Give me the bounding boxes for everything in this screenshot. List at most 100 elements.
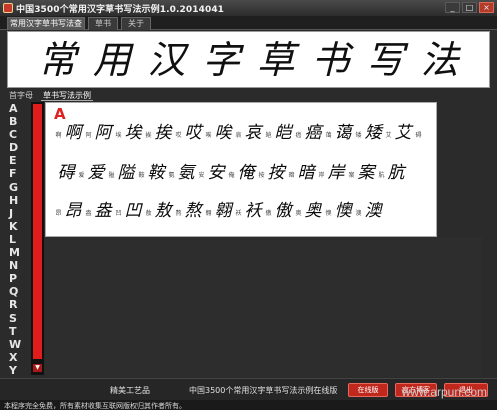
char-pair[interactable]: 安安 [198,165,227,182]
cursive-char: 澳 [364,201,382,221]
char-pair[interactable]: 埃埃 [115,125,144,142]
status-text: 本程序完全免费，所有素材收集互联网版权归其作者所有。 [4,402,186,410]
scroll-down-icon[interactable]: ▼ [33,364,42,372]
char-pair[interactable]: 暗暗 [288,165,317,182]
char-pair[interactable]: 澳澳 [355,203,384,220]
cursive-char: 鞍 [147,163,165,183]
char-pair[interactable]: 鞍鞍 [138,165,167,182]
cursive-char: 暗 [297,163,315,183]
char-label: 唉 [205,132,212,139]
char-pair[interactable]: 懊懊 [325,203,354,220]
char-label: 俺 [228,172,235,179]
footer-online-link[interactable]: 中国3500个常用汉字草书写法示例在线版 [189,385,337,396]
tab-caoshu[interactable]: 草书 [88,17,118,30]
char-pair[interactable]: 袄袄 [235,203,264,220]
char-pair[interactable]: 岸岸 [318,165,347,182]
char-pair[interactable]: 敖敖 [145,203,174,220]
char-pair[interactable]: 挨挨 [145,125,174,142]
cursive-char: 爱 [87,163,105,183]
letter-item[interactable]: B [8,115,32,128]
cursive-char: 袄 [244,201,262,221]
letter-item[interactable]: Q [8,285,32,298]
banner-char: 书 [311,37,350,82]
char-label: 阿 [85,132,92,139]
letter-item[interactable]: K [8,220,32,233]
banner-char: 用 [92,37,131,82]
letter-item[interactable]: T [8,325,32,338]
cursive-char: 氨 [177,163,195,183]
char-pair[interactable]: 蔼蔼 [325,125,354,142]
char-pair[interactable]: 翱翱 [205,203,234,220]
cursive-char: 艾 [394,123,412,143]
char-pair[interactable]: 唉唉 [205,125,234,142]
letter-item[interactable]: P [8,272,32,285]
letter-item[interactable]: L [8,233,32,246]
letter-item[interactable]: S [8,312,32,325]
scroll-track[interactable]: ▼ [31,102,44,375]
letter-item[interactable]: R [8,298,32,311]
minimize-button[interactable]: _ [445,2,460,13]
char-label: 翱 [205,210,212,217]
letter-item[interactable]: N [8,259,32,272]
tab-about[interactable]: 关于 [121,17,151,30]
letter-item[interactable]: D [8,141,32,154]
char-pair[interactable]: 俺俺 [228,165,257,182]
tab-query[interactable]: 常用汉字草书写法查询 [7,17,85,40]
char-pair[interactable]: 皑皑 [265,125,294,142]
char-label: 懊 [325,210,332,217]
char-label: 岸 [318,172,325,179]
scroll-thumb[interactable] [33,104,42,359]
char-pair[interactable]: 碍 [415,132,422,142]
char-pair[interactable]: 昂昂 [55,203,84,220]
letter-item[interactable]: J [8,207,32,220]
cursive-char: 哎 [184,123,202,143]
cursive-char: 俺 [237,163,255,183]
close-button[interactable]: × [479,2,494,13]
cursive-char: 埃 [124,123,142,143]
letter-item[interactable]: H [8,194,32,207]
char-pair[interactable]: 傲傲 [265,203,294,220]
char-pair[interactable]: 案案 [348,165,377,182]
letter-item[interactable]: C [8,128,32,141]
char-pair[interactable]: 氨氨 [168,165,197,182]
char-pair[interactable]: 哀哀 [235,125,264,142]
example-row: 昂昂盎盎凹凹敖敖熬熬翱翱袄袄傲傲奥奥懊懊澳澳 [55,203,385,220]
current-letter: A [54,105,66,123]
char-pair[interactable]: 艾艾 [385,125,414,142]
letter-item[interactable]: F [8,167,32,180]
letter-item[interactable]: M [8,246,32,259]
char-pair[interactable]: 凹凹 [115,203,144,220]
letter-item[interactable]: G [8,181,32,194]
char-pair[interactable]: 奥奥 [295,203,324,220]
subtab-initials[interactable]: 首字母 [7,90,35,101]
char-pair[interactable]: 盎盎 [85,203,114,220]
subtab-examples[interactable]: 草书写法示例 [41,90,93,101]
maximize-button[interactable]: □ [462,2,477,13]
footer-crafts-link[interactable]: 精美工艺品 [110,385,150,396]
cursive-char: 蔼 [334,123,352,143]
char-pair[interactable]: 癌癌 [295,125,324,142]
letter-item[interactable]: A [8,102,32,115]
char-pair[interactable]: 哎哎 [175,125,204,142]
char-pair[interactable]: 熬熬 [175,203,204,220]
letter-item[interactable]: E [8,154,32,167]
letter-item[interactable]: Y [8,364,32,377]
letter-item[interactable]: W [8,338,32,351]
banner-char: 写 [366,37,405,82]
letter-item[interactable]: X [8,351,32,364]
char-label: 哀 [235,132,242,139]
char-pair[interactable]: 爱爱 [78,165,107,182]
char-pair[interactable]: 啊啊 [55,125,84,142]
example-row: 啊啊阿阿埃埃挨挨哎哎唉唉哀哀皑皑癌癌蔼蔼矮矮艾艾碍 [55,125,423,142]
cursive-char: 奥 [304,201,322,221]
char-pair[interactable]: 矮矮 [355,125,384,142]
char-label: 啊 [55,132,62,139]
char-label: 爱 [78,172,85,179]
char-pair[interactable]: 阿阿 [85,125,114,142]
char-pair[interactable]: 碍 [55,165,77,182]
char-label: 熬 [175,210,182,217]
char-pair[interactable]: 按按 [258,165,287,182]
online-button[interactable]: 在线版 [348,383,388,397]
char-pair[interactable]: 隘隘 [108,165,137,182]
char-pair[interactable]: 肮肮 [378,165,407,182]
